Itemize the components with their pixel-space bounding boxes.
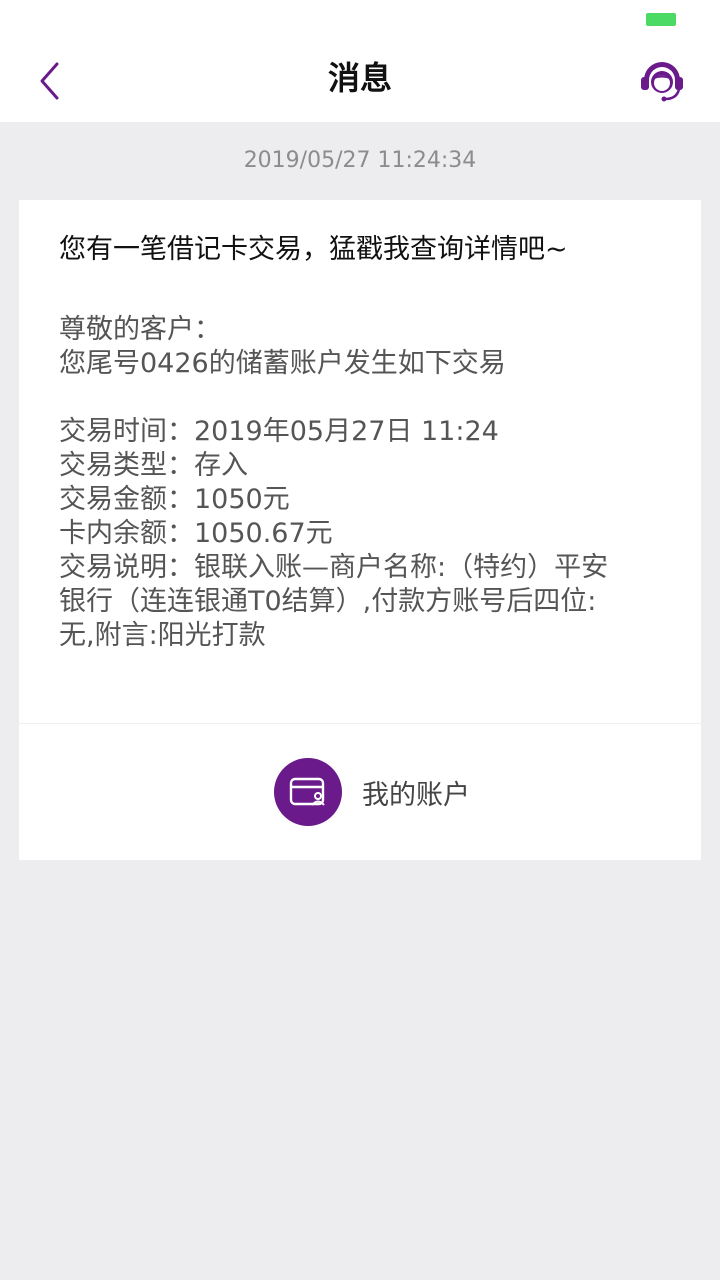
- message-body: 尊敬的客户： 您尾号0426的储蓄账户发生如下交易 交易时间：2019年05月2…: [59, 313, 669, 653]
- detail-line: 交易时间：2019年05月27日 11:24: [59, 416, 499, 447]
- message-timestamp: 2019/05/27 11:24:34: [243, 148, 477, 173]
- account-card-icon: [274, 758, 342, 826]
- customer-service-icon: [641, 62, 683, 102]
- page-title: 消息: [327, 59, 392, 97]
- my-account-label: 我的账户: [362, 779, 470, 811]
- intro-text: 您尾号0426的储蓄账户发生如下交易: [59, 348, 506, 379]
- detail-line: 交易金额：1050元: [59, 484, 290, 515]
- message-card[interactable]: 您有一笔借记卡交易，猛戳我查询详情吧~ 尊敬的客户： 您尾号0426的储蓄账户发…: [19, 200, 701, 860]
- battery-icon: [646, 13, 676, 26]
- customer-service-button[interactable]: [636, 56, 688, 106]
- nav-bar: 消息: [0, 40, 720, 122]
- card-divider: [19, 723, 701, 724]
- greeting-text: 尊敬的客户：: [59, 314, 221, 345]
- status-bar: [0, 0, 720, 40]
- detail-line: 银行（连连银通T0结算）,付款方账号后四位:: [59, 586, 597, 617]
- detail-line: 交易说明：银联入账—商户名称:（特约）平安: [59, 552, 609, 583]
- my-account-button[interactable]: 我的账户: [274, 758, 470, 826]
- detail-line: 卡内余额：1050.67元: [59, 518, 333, 549]
- detail-line: 交易类型：存入: [59, 450, 248, 481]
- detail-line: 无,附言:阳光打款: [59, 620, 266, 651]
- message-headline: 您有一笔借记卡交易，猛戳我查询详情吧~: [59, 234, 568, 265]
